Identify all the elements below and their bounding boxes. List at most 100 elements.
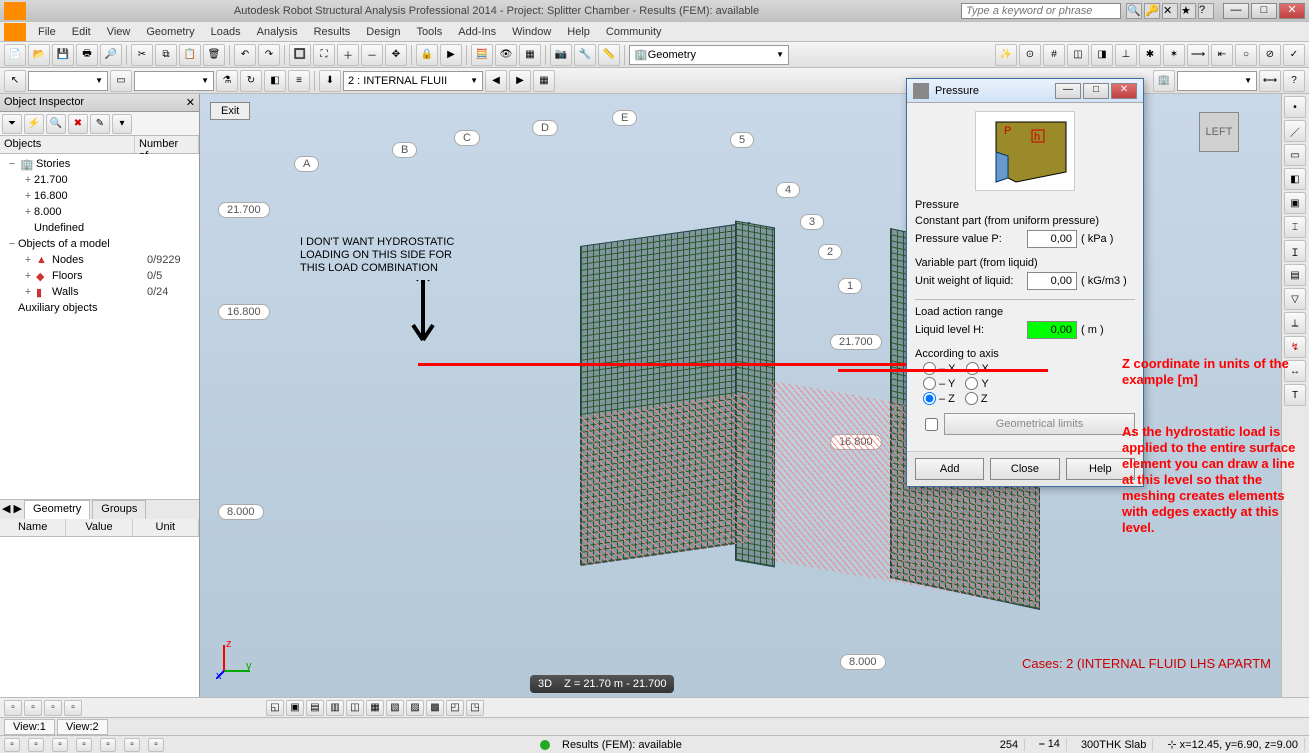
geom-limits-checkbox[interactable] — [925, 418, 938, 431]
save-icon[interactable]: 💾 — [52, 44, 74, 66]
add-button[interactable]: Add — [915, 458, 984, 480]
rt-node-icon[interactable]: • — [1284, 96, 1306, 118]
story-combo[interactable]: ▼ — [1177, 71, 1257, 91]
screenshot-icon[interactable]: 📷 — [550, 44, 572, 66]
undo-icon[interactable]: ↶ — [234, 44, 256, 66]
menu-help[interactable]: Help — [559, 24, 598, 40]
menu-community[interactable]: Community — [598, 24, 670, 40]
bt-a-icon[interactable]: ▦ — [366, 700, 384, 716]
help-search-input[interactable] — [961, 3, 1121, 19]
bt-side-icon[interactable]: ▥ — [326, 700, 344, 716]
snap-ins-icon[interactable]: ⇤ — [1211, 44, 1233, 66]
help2-icon[interactable]: ? — [1283, 70, 1305, 92]
snap-tan-icon[interactable]: ○ — [1235, 44, 1257, 66]
menu-edit[interactable]: Edit — [64, 24, 99, 40]
zoom-out-icon[interactable]: － — [361, 44, 383, 66]
app-icon[interactable] — [4, 23, 26, 41]
lock-icon[interactable]: 🔒 — [416, 44, 438, 66]
axis-minus-z[interactable]: – Z — [923, 392, 955, 405]
tab-groups[interactable]: Groups — [92, 500, 146, 519]
bolt-icon[interactable]: ⚡ — [24, 114, 44, 134]
bt-top-icon[interactable]: ▣ — [286, 700, 304, 716]
zoom-window-icon[interactable]: 🔲 — [289, 44, 311, 66]
edit-icon[interactable]: ✎ — [90, 114, 110, 134]
table-icon[interactable]: ▦ — [519, 44, 541, 66]
pan-icon[interactable]: ✥ — [385, 44, 407, 66]
propcol-name[interactable]: Name — [0, 519, 66, 536]
prev-case-icon[interactable]: ◀ — [485, 70, 507, 92]
new-icon[interactable]: 📄 — [4, 44, 26, 66]
menu-window[interactable]: Window — [504, 24, 559, 40]
snap-node-icon[interactable]: ⊙ — [1019, 44, 1041, 66]
tree-floors[interactable]: Floors — [52, 270, 147, 282]
dialog-min-button[interactable]: — — [1055, 83, 1081, 99]
tree-story-2[interactable]: 16.800 — [34, 190, 197, 202]
close-dialog-button[interactable]: Close — [990, 458, 1059, 480]
dialog-max-button[interactable]: □ — [1083, 83, 1109, 99]
minimize-button[interactable]: — — [1223, 3, 1249, 19]
sel-2d-icon[interactable]: ▭ — [110, 70, 132, 92]
propcol-unit[interactable]: Unit — [133, 519, 199, 536]
tree-story-1[interactable]: 21.700 — [34, 174, 197, 186]
sb-icon-7[interactable]: ▫ — [148, 738, 164, 752]
axis-z[interactable]: Z — [965, 392, 988, 405]
exchange-icon[interactable]: ✕ — [1162, 3, 1178, 19]
bt-4-icon[interactable]: ▫ — [64, 700, 82, 716]
preview-icon[interactable]: 🔎 — [100, 44, 122, 66]
snap-perp-icon[interactable]: ⊥ — [1115, 44, 1137, 66]
menu-analysis[interactable]: Analysis — [249, 24, 306, 40]
snap-mid-icon[interactable]: ◫ — [1067, 44, 1089, 66]
selection-combo[interactable]: ▼ — [28, 71, 108, 91]
bt-3-icon[interactable]: ▫ — [44, 700, 62, 716]
delete-icon[interactable]: 🗑 — [203, 44, 225, 66]
menu-design[interactable]: Design — [358, 24, 408, 40]
paste-icon[interactable]: 📋 — [179, 44, 201, 66]
open-icon[interactable]: 📂 — [28, 44, 50, 66]
tree-undefined[interactable]: Undefined — [34, 222, 197, 234]
axis-minus-y[interactable]: – Y — [923, 377, 955, 390]
bt-persp-icon[interactable]: ◫ — [346, 700, 364, 716]
red-x-icon[interactable]: ✖ — [68, 114, 88, 134]
menu-file[interactable]: File — [30, 24, 64, 40]
view-tab-1[interactable]: View:1 — [4, 719, 55, 735]
rt-material-icon[interactable]: ▤ — [1284, 264, 1306, 286]
snap-near-icon[interactable]: ✱ — [1139, 44, 1161, 66]
help-icon[interactable]: ? — [1198, 3, 1214, 19]
funnel-icon[interactable]: ⏷ — [2, 114, 22, 134]
tree-aux[interactable]: Auxiliary objects — [18, 302, 197, 314]
bt-d-icon[interactable]: ▩ — [426, 700, 444, 716]
sb-icon-3[interactable]: ▫ — [52, 738, 68, 752]
wand-icon[interactable]: ✨ — [995, 44, 1017, 66]
filter-icon[interactable]: ⚗ — [216, 70, 238, 92]
snap-int-icon[interactable]: ✶ — [1163, 44, 1185, 66]
close-button[interactable]: ✕ — [1279, 3, 1305, 19]
view-info-bar[interactable]: 3D Z = 21.70 m - 21.700 — [530, 675, 674, 693]
menu-addins[interactable]: Add-Ins — [450, 24, 504, 40]
sb-icon-4[interactable]: ▫ — [76, 738, 92, 752]
axis-triad[interactable]: zyx — [216, 639, 256, 679]
geom-limits-button[interactable]: Geometrical limits — [944, 413, 1135, 435]
layers-icon[interactable]: ≡ — [288, 70, 310, 92]
bt-iso-icon[interactable]: ◱ — [266, 700, 284, 716]
view-cube[interactable]: LEFT — [1195, 106, 1245, 156]
zoom-in-icon[interactable]: ＋ — [337, 44, 359, 66]
menu-view[interactable]: View — [99, 24, 139, 40]
binoculars-icon[interactable]: 🔍 — [1126, 3, 1142, 19]
bt-c-icon[interactable]: ▨ — [406, 700, 424, 716]
tree-nodes[interactable]: Nodes — [52, 254, 147, 266]
load-icon[interactable]: ⬇ — [319, 70, 341, 92]
more-icon[interactable]: ▾ — [112, 114, 132, 134]
tree-walls[interactable]: Walls — [52, 286, 147, 298]
liquid-level-input[interactable] — [1027, 321, 1077, 339]
col-number[interactable]: Number of... — [135, 136, 199, 153]
cube-left-face[interactable]: LEFT — [1206, 126, 1233, 138]
menu-results[interactable]: Results — [306, 24, 359, 40]
exit-button[interactable]: Exit — [210, 102, 250, 120]
rt-cube-icon[interactable]: ▣ — [1284, 192, 1306, 214]
menu-geometry[interactable]: Geometry — [138, 24, 202, 40]
rt-solid-icon[interactable]: ◧ — [1284, 168, 1306, 190]
cut-icon[interactable]: ✂ — [131, 44, 153, 66]
menu-loads[interactable]: Loads — [203, 24, 249, 40]
snap-off-icon[interactable]: ⊘ — [1259, 44, 1281, 66]
tools-icon[interactable]: 🔧 — [574, 44, 596, 66]
